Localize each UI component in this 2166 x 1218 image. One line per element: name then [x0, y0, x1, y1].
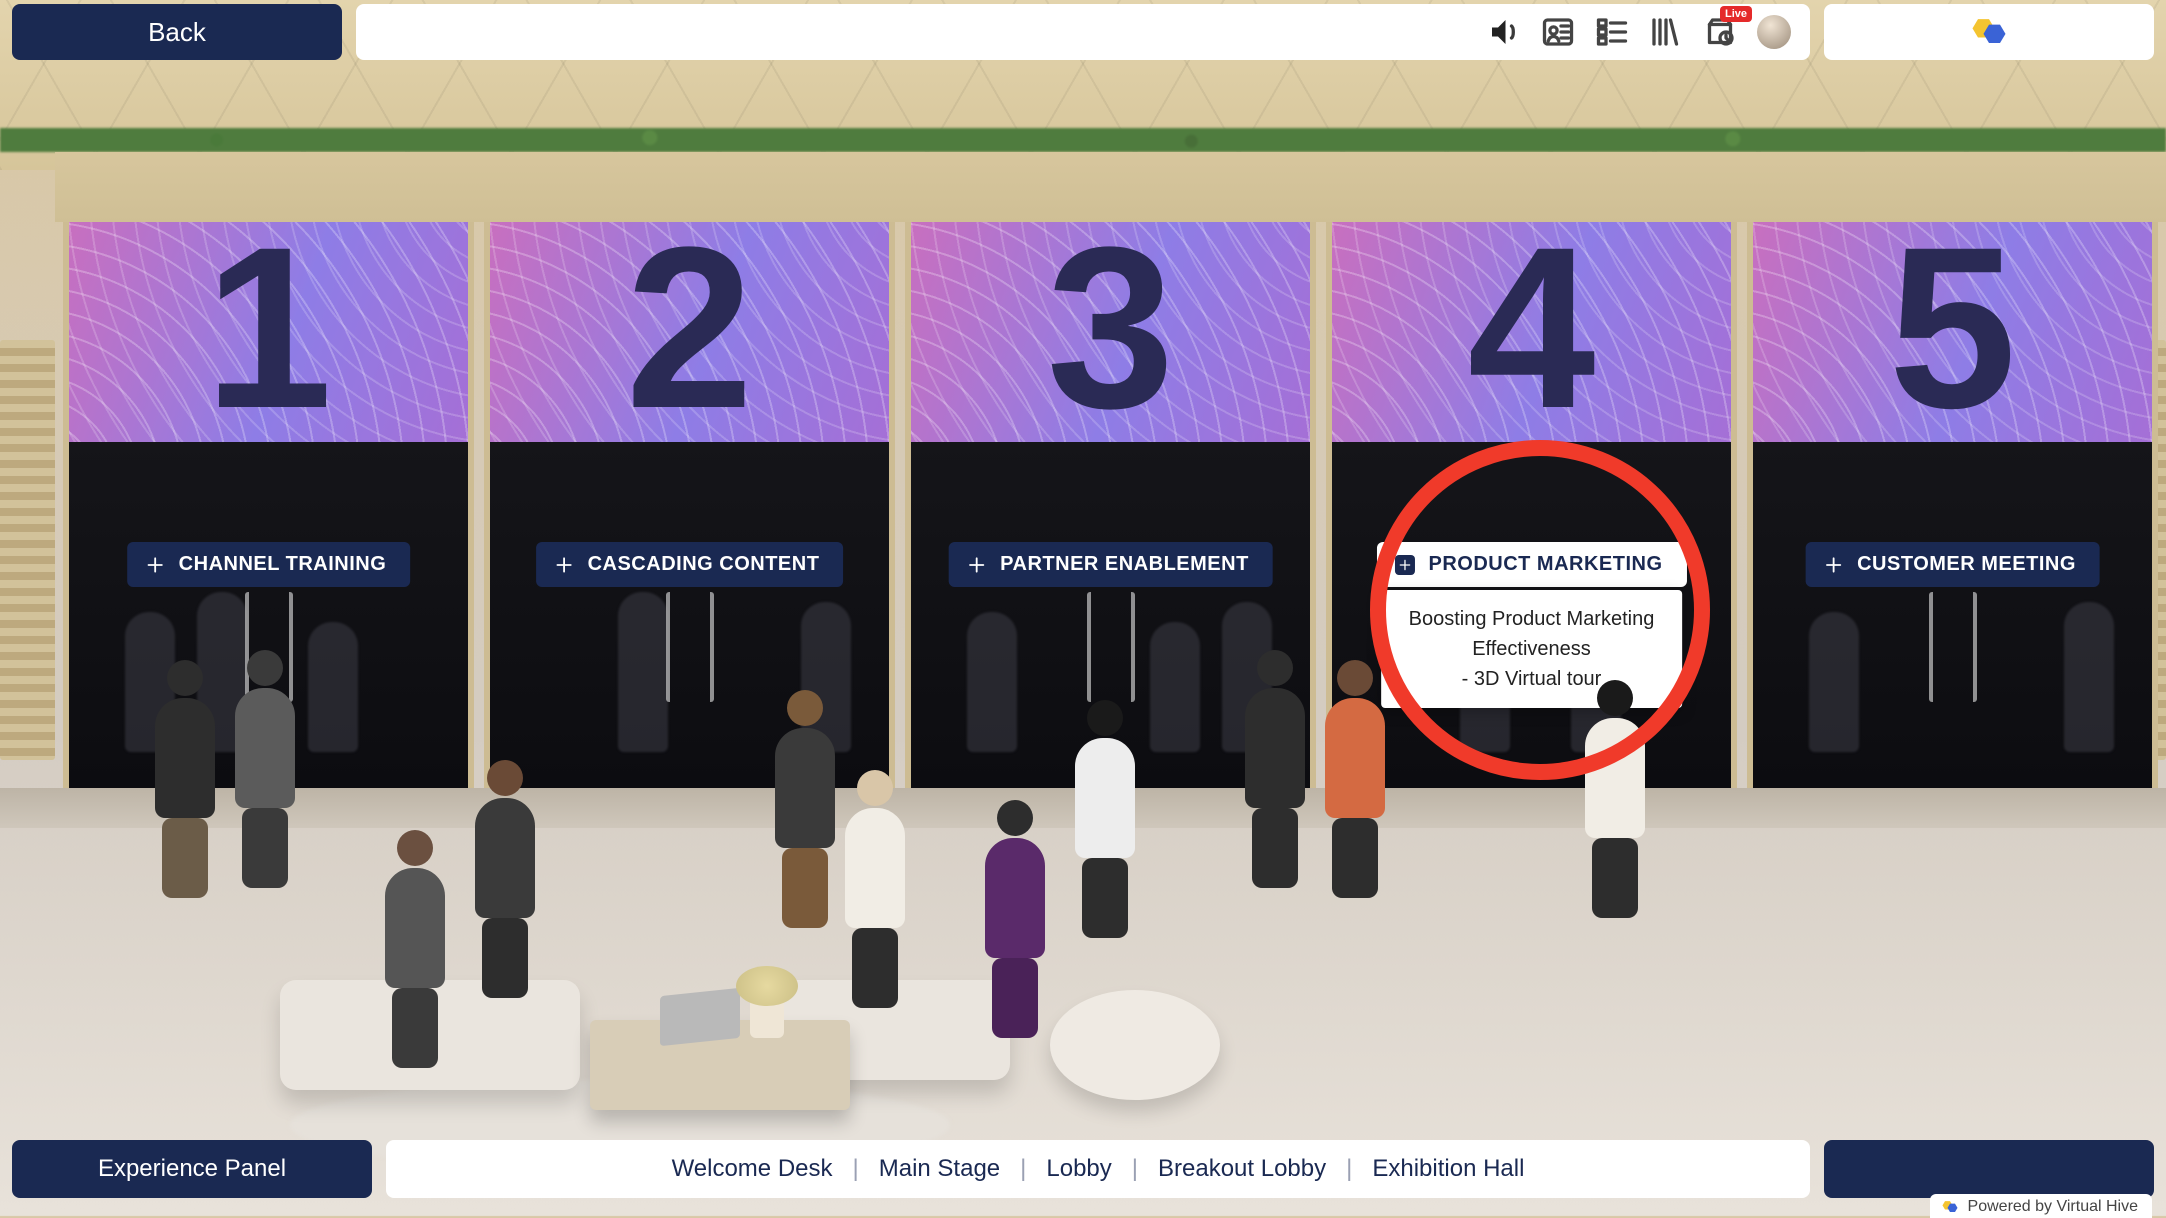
banner-number: 5 [1889, 222, 2017, 442]
banner-5: 5 [1747, 222, 2158, 442]
experience-panel-button[interactable]: Experience Panel [12, 1140, 372, 1198]
vase [750, 998, 784, 1038]
room-chip-label: CUSTOMER MEETING [1857, 553, 2076, 576]
person [1070, 700, 1140, 938]
list-icon[interactable] [1594, 14, 1630, 50]
banner-number: 4 [1468, 222, 1596, 442]
powered-by-label: Powered by Virtual Hive [1968, 1198, 2138, 1216]
tooltip-line: Boosting Product Marketing [1409, 604, 1655, 634]
plus-icon [1823, 555, 1843, 575]
brand-logo-icon [1940, 1199, 1960, 1215]
nav-pill: Welcome Desk| Main Stage| Lobby| Breakou… [386, 1140, 1810, 1198]
separator: | [853, 1155, 859, 1183]
banner-number: 1 [205, 222, 333, 442]
exhibition-building: 1 2 3 4 5 CHANNEL TRAINING CASCADING CON… [55, 152, 2166, 792]
pouf [1050, 990, 1220, 1100]
nav-breakout-lobby[interactable]: Breakout Lobby [1142, 1155, 1342, 1183]
plus-icon [966, 555, 986, 575]
person [230, 650, 300, 888]
badge-icon[interactable] [1540, 14, 1576, 50]
avatar-icon[interactable] [1756, 14, 1792, 50]
separator: | [1020, 1155, 1026, 1183]
person [470, 760, 540, 998]
avatar [1757, 15, 1791, 49]
search-input[interactable] [374, 19, 1468, 45]
person [380, 830, 450, 1068]
brand-button[interactable] [1824, 4, 2154, 60]
room-chip-label: CHANNEL TRAINING [179, 553, 387, 576]
person [770, 690, 840, 928]
nav-lobby[interactable]: Lobby [1030, 1155, 1127, 1183]
search-and-tools: Live [356, 4, 1810, 60]
bottom-right-button[interactable] [1824, 1140, 2154, 1198]
brand-logo-icon [1967, 15, 2011, 49]
banner-number: 3 [1047, 222, 1175, 442]
room-chip-label: PARTNER ENABLEMENT [1000, 553, 1249, 576]
person [1240, 650, 1310, 888]
plus-icon [554, 555, 574, 575]
banner-number: 2 [626, 222, 754, 442]
plus-icon [1394, 555, 1414, 575]
separator: | [1346, 1155, 1352, 1183]
nav-welcome-desk[interactable]: Welcome Desk [656, 1155, 849, 1183]
topbar: Back Live [12, 4, 2154, 60]
nav-main-stage[interactable]: Main Stage [863, 1155, 1016, 1183]
wall-slats-left [0, 340, 55, 760]
laptop [660, 988, 740, 1046]
person [840, 770, 910, 1008]
room-chip-cascading-content[interactable]: CASCADING CONTENT [536, 542, 844, 587]
person [150, 660, 220, 898]
person [980, 800, 1050, 1038]
banner-4: 4 [1326, 222, 1737, 442]
facade-top [55, 152, 2166, 222]
plus-icon [145, 555, 165, 575]
tooltip-line: Effectiveness [1409, 634, 1655, 664]
back-label: Back [148, 17, 206, 48]
banner-2: 2 [484, 222, 895, 442]
room-chip-label: PRODUCT MARKETING [1428, 553, 1662, 576]
room-chip-product-marketing[interactable]: PRODUCT MARKETING [1376, 542, 1686, 587]
room-chip-partner-enablement[interactable]: PARTNER ENABLEMENT [948, 542, 1273, 587]
person [1580, 680, 1650, 918]
room-chip-label: CASCADING CONTENT [588, 553, 820, 576]
banner-row: 1 2 3 4 5 [55, 222, 2166, 442]
sound-icon[interactable] [1486, 14, 1522, 50]
library-icon[interactable] [1648, 14, 1684, 50]
door-5[interactable]: CUSTOMER MEETING [1747, 442, 2158, 792]
experience-panel-label: Experience Panel [98, 1155, 286, 1183]
room-chip-customer-meeting[interactable]: CUSTOMER MEETING [1805, 542, 2100, 587]
planter-strip [0, 128, 2166, 152]
powered-by[interactable]: Powered by Virtual Hive [1930, 1194, 2152, 1218]
separator: | [1132, 1155, 1138, 1183]
room-chip-channel-training[interactable]: CHANNEL TRAINING [127, 542, 411, 587]
schedule-icon[interactable]: Live [1702, 14, 1738, 50]
banner-1: 1 [63, 222, 474, 442]
nav-exhibition-hall[interactable]: Exhibition Hall [1356, 1155, 1540, 1183]
live-badge: Live [1720, 6, 1752, 22]
back-button[interactable]: Back [12, 4, 342, 60]
person [1320, 660, 1390, 898]
banner-3: 3 [905, 222, 1316, 442]
bottombar: Experience Panel Welcome Desk| Main Stag… [12, 1140, 2154, 1198]
